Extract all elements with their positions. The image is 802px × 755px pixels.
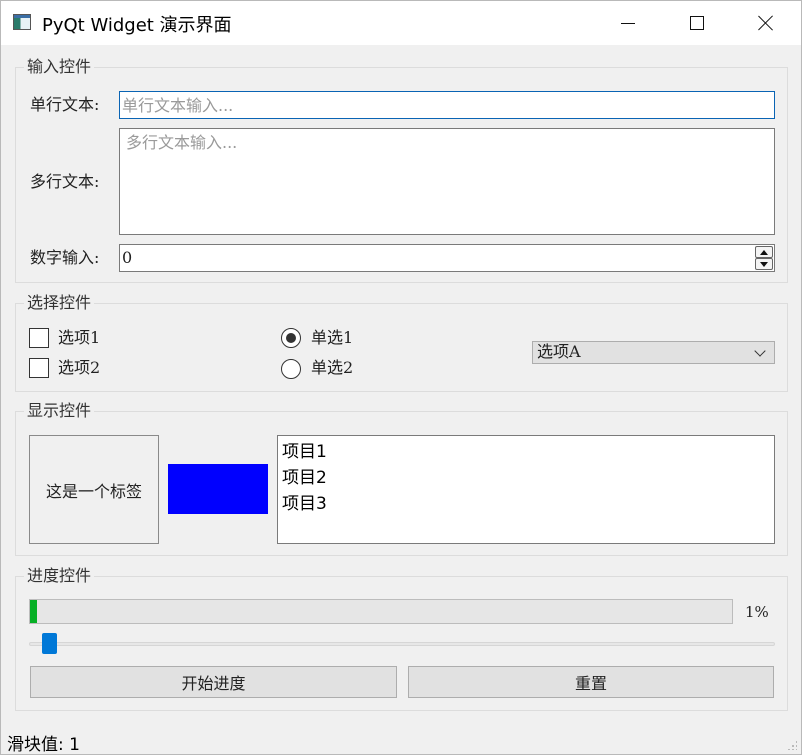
slider-track[interactable] <box>29 642 775 646</box>
minimize-icon <box>621 22 635 24</box>
close-button[interactable] <box>743 1 789 45</box>
list-item[interactable]: 项目3 <box>282 491 774 517</box>
radio-single2-label[interactable]: 单选2 <box>311 358 353 378</box>
arrow-down-icon <box>760 261 768 267</box>
close-icon <box>757 14 775 32</box>
slider-handle[interactable] <box>42 633 58 654</box>
progress-bar <box>29 599 733 624</box>
list-item[interactable]: 项目1 <box>282 439 774 465</box>
number-spinbox[interactable]: 0 <box>119 244 775 272</box>
status-bar-text: 滑块值: 1 <box>7 735 80 755</box>
spin-down-button[interactable] <box>755 258 773 270</box>
list-item[interactable]: 项目2 <box>282 465 774 491</box>
app-window-icon <box>13 14 31 30</box>
item-list[interactable]: 项目1 项目2 项目3 <box>277 435 775 544</box>
option-combobox[interactable]: 选项A <box>532 341 775 364</box>
arrow-up-icon <box>760 249 768 255</box>
radio-single1[interactable] <box>281 328 301 348</box>
checkbox-option2-label[interactable]: 选项2 <box>58 358 100 378</box>
radio-single2[interactable] <box>281 359 301 379</box>
chevron-down-icon <box>754 345 766 357</box>
start-progress-button[interactable]: 开始进度 <box>30 666 397 698</box>
checkbox-option1-label[interactable]: 选项1 <box>58 328 100 348</box>
display-label: 这是一个标签 <box>29 435 159 544</box>
single-line-label: 单行文本: <box>30 95 100 114</box>
spin-buttons <box>755 245 773 271</box>
window-title: PyQt Widget 演示界面 <box>42 15 232 36</box>
multi-line-input[interactable] <box>119 128 775 235</box>
minimize-button[interactable] <box>605 1 651 45</box>
checkbox-option2[interactable] <box>29 358 49 378</box>
display-label-text: 这是一个标签 <box>45 481 142 501</box>
select-group-title: 选择控件 <box>24 294 95 312</box>
display-group-title: 显示控件 <box>24 402 95 420</box>
color-swatch <box>168 464 268 514</box>
progress-percent-text: 1% <box>745 603 769 621</box>
single-line-input[interactable] <box>119 91 775 119</box>
maximize-icon <box>690 16 704 30</box>
title-bar[interactable]: PyQt Widget 演示界面 <box>1 1 801 45</box>
multi-line-label: 多行文本: <box>30 172 100 191</box>
spin-up-button[interactable] <box>755 246 773 258</box>
radio-single1-label[interactable]: 单选1 <box>311 328 353 348</box>
maximize-button[interactable] <box>674 1 720 45</box>
size-grip-icon[interactable] <box>787 740 797 750</box>
input-group-title: 输入控件 <box>24 58 95 76</box>
number-value: 0 <box>122 248 133 267</box>
progress-bar-fill <box>30 600 38 623</box>
progress-group-title: 进度控件 <box>24 567 95 585</box>
number-label: 数字输入: <box>30 248 100 267</box>
checkbox-option1[interactable] <box>29 328 49 348</box>
combobox-selected-value: 选项A <box>537 342 581 361</box>
reset-button[interactable]: 重置 <box>408 666 774 698</box>
main-window: PyQt Widget 演示界面 输入控件 单行文本: 多行文本: 数字输入: … <box>0 0 802 755</box>
